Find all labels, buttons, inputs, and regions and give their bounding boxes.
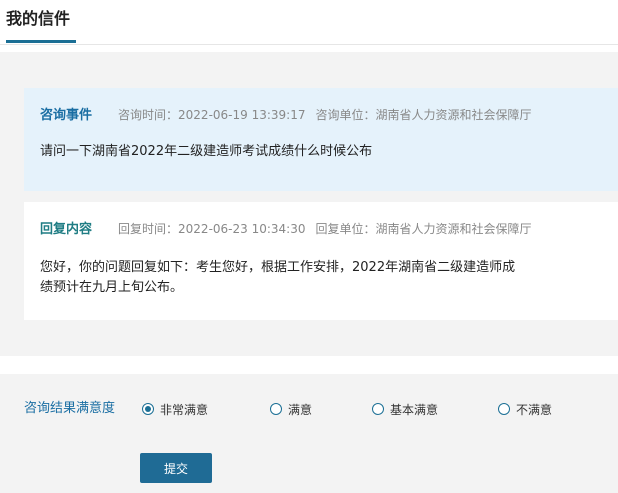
radio-label: 非常满意: [160, 402, 209, 417]
reply-unit-value: 湖南省人力资源和社会保障厅: [375, 222, 532, 236]
title-underline: [6, 40, 76, 43]
radio-satisfied[interactable]: 满意: [270, 400, 312, 418]
radio-not-satisfied[interactable]: 不满意: [498, 400, 552, 418]
satisfaction-rating: 咨询结果满意度 非常满意 满意 基本满意 不满意 提交: [0, 374, 618, 493]
radio-label: 不满意: [516, 402, 553, 417]
reply-time-value: 2022-06-23 10:34:30: [178, 222, 306, 236]
inquiry-time-label: 咨询时间：: [118, 108, 179, 122]
radio-basically-satisfied[interactable]: 基本满意: [372, 400, 438, 418]
page-header: 我的信件: [0, 0, 618, 45]
radio-label: 基本满意: [390, 402, 439, 417]
inquiry-heading: 咨询事件: [40, 108, 93, 123]
reply-card: 回复内容 回复时间：2022-06-23 10:34:30 回复单位：湖南省人力资源…: [24, 202, 618, 320]
radio-circle-checked-icon[interactable]: [142, 403, 154, 415]
radio-circle-icon[interactable]: [372, 403, 384, 415]
satisfaction-label: 咨询结果满意度: [24, 401, 116, 416]
page-title: 我的信件: [6, 9, 71, 28]
reply-heading: 回复内容: [40, 222, 93, 237]
radio-very-satisfied[interactable]: 非常满意: [142, 400, 208, 418]
reply-unit-label: 回复单位：: [315, 222, 376, 236]
reply-time-label: 回复时间：: [118, 222, 179, 236]
reply-content: 您好，你的问题回复如下：考生您好，根据工作安排，2022年湖南省二级建造师成绩预…: [40, 260, 516, 295]
radio-circle-icon[interactable]: [498, 403, 510, 415]
submit-button[interactable]: 提交: [140, 453, 212, 483]
letter-detail-area: 咨询事件 咨询时间：2022-06-19 13:39:17 咨询单位：湖南省人力资源…: [0, 52, 618, 356]
radio-label: 满意: [288, 402, 313, 417]
inquiry-unit-value: 湖南省人力资源和社会保障厅: [375, 108, 532, 122]
radio-circle-icon[interactable]: [270, 403, 282, 415]
inquiry-content: 请问一下湖南省2022年二级建造师考试成绩什么时候公布: [40, 144, 373, 159]
inquiry-unit-label: 咨询单位：: [315, 108, 376, 122]
inquiry-card: 咨询事件 咨询时间：2022-06-19 13:39:17 咨询单位：湖南省人力资源…: [24, 88, 618, 191]
inquiry-time-value: 2022-06-19 13:39:17: [178, 108, 306, 122]
inquiry-meta: 咨询事件 咨询时间：2022-06-19 13:39:17 咨询单位：湖南省人力资源…: [40, 106, 532, 125]
reply-meta: 回复内容 回复时间：2022-06-23 10:34:30 回复单位：湖南省人力资源…: [40, 220, 532, 239]
